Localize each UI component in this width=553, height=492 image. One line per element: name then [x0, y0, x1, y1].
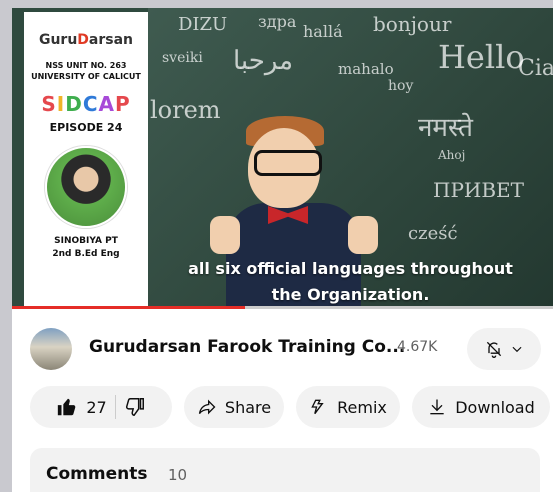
presenter-role: 2nd B.Ed Eng — [52, 249, 120, 259]
channel-avatar[interactable] — [30, 328, 72, 370]
chalk-word: नमस्ते — [418, 113, 473, 143]
chalk-word: здра — [258, 12, 297, 31]
download-label: Download — [455, 397, 535, 417]
episode-label: EPISODE 24 — [49, 121, 123, 134]
series-letter: S — [41, 92, 57, 116]
like-icon[interactable] — [56, 396, 78, 418]
thumbs-up-left — [210, 216, 240, 254]
chalk-word: hoy — [388, 78, 414, 94]
chalk-word: sveiki — [162, 50, 203, 66]
channel-name[interactable]: Gurudarsan Farook Training Co... — [89, 337, 405, 357]
subscriber-count: 4.67K — [397, 339, 438, 355]
channel-row: Gurudarsan Farook Training Co... 4.67K — [12, 328, 553, 372]
video-player[interactable]: GuruDarsan NSS UNIT NO. 263 UNIVERSITY O… — [12, 8, 553, 308]
dislike-icon[interactable] — [124, 396, 146, 418]
series-letter: A — [98, 92, 115, 116]
presenter-name: SINOBIYA PT — [54, 236, 118, 246]
series-letter: D — [65, 92, 83, 116]
chalk-word: lorem — [150, 96, 221, 124]
action-bar: 27 Share Remix Download — [12, 386, 553, 430]
comments-count: 10 — [168, 466, 188, 484]
chalk-word: mahalo — [338, 60, 394, 78]
share-label: Share — [224, 397, 272, 417]
series-letter: I — [56, 92, 66, 116]
video-progress-bar[interactable] — [12, 306, 553, 309]
comments-panel[interactable]: Comments 10 — [30, 448, 540, 492]
notification-bell-button[interactable] — [467, 328, 541, 370]
chalk-word: Hello — [438, 38, 525, 76]
chalk-word: bonjour — [373, 12, 452, 36]
thumbs-up-right — [348, 216, 378, 254]
chalk-word: cześć — [408, 223, 458, 244]
series-letter: C — [82, 92, 99, 116]
bell-off-icon — [486, 341, 502, 358]
share-icon — [198, 399, 216, 415]
youtube-watch-page: GuruDarsan NSS UNIT NO. 263 UNIVERSITY O… — [12, 8, 553, 492]
nss-unit-text: NSS UNIT NO. 263 UNIVERSITY OF CALICUT — [31, 61, 141, 81]
remix-icon — [311, 399, 324, 415]
series-title: SIDCAP — [24, 92, 148, 116]
remix-button[interactable]: Remix — [296, 386, 400, 428]
remix-label: Remix — [337, 397, 387, 417]
download-button[interactable]: Download — [412, 386, 550, 428]
like-count: 27 — [86, 397, 107, 417]
comments-title: Comments — [46, 464, 148, 484]
progress-fill — [12, 306, 245, 309]
download-icon — [430, 399, 444, 415]
glasses — [254, 150, 322, 176]
chalk-word: مرحبا — [233, 46, 294, 76]
like-divider — [114, 395, 116, 419]
brand-logo: GuruDarsan — [38, 32, 134, 48]
chalk-word: DIZU — [178, 14, 228, 35]
chevron-down-icon — [512, 346, 522, 353]
chalk-word: ПРИВЕТ — [433, 178, 524, 202]
chalk-word: Ahoj — [438, 148, 466, 162]
thumbnail-info-card: GuruDarsan NSS UNIT NO. 263 UNIVERSITY O… — [24, 12, 148, 308]
like-dislike-group: 27 — [30, 386, 172, 428]
share-button[interactable]: Share — [184, 386, 284, 428]
presenter-photo — [45, 146, 127, 228]
chalk-word: hallá — [303, 22, 343, 41]
series-letter: P — [114, 92, 131, 116]
video-caption: all six official languages throughout th… — [188, 259, 513, 304]
